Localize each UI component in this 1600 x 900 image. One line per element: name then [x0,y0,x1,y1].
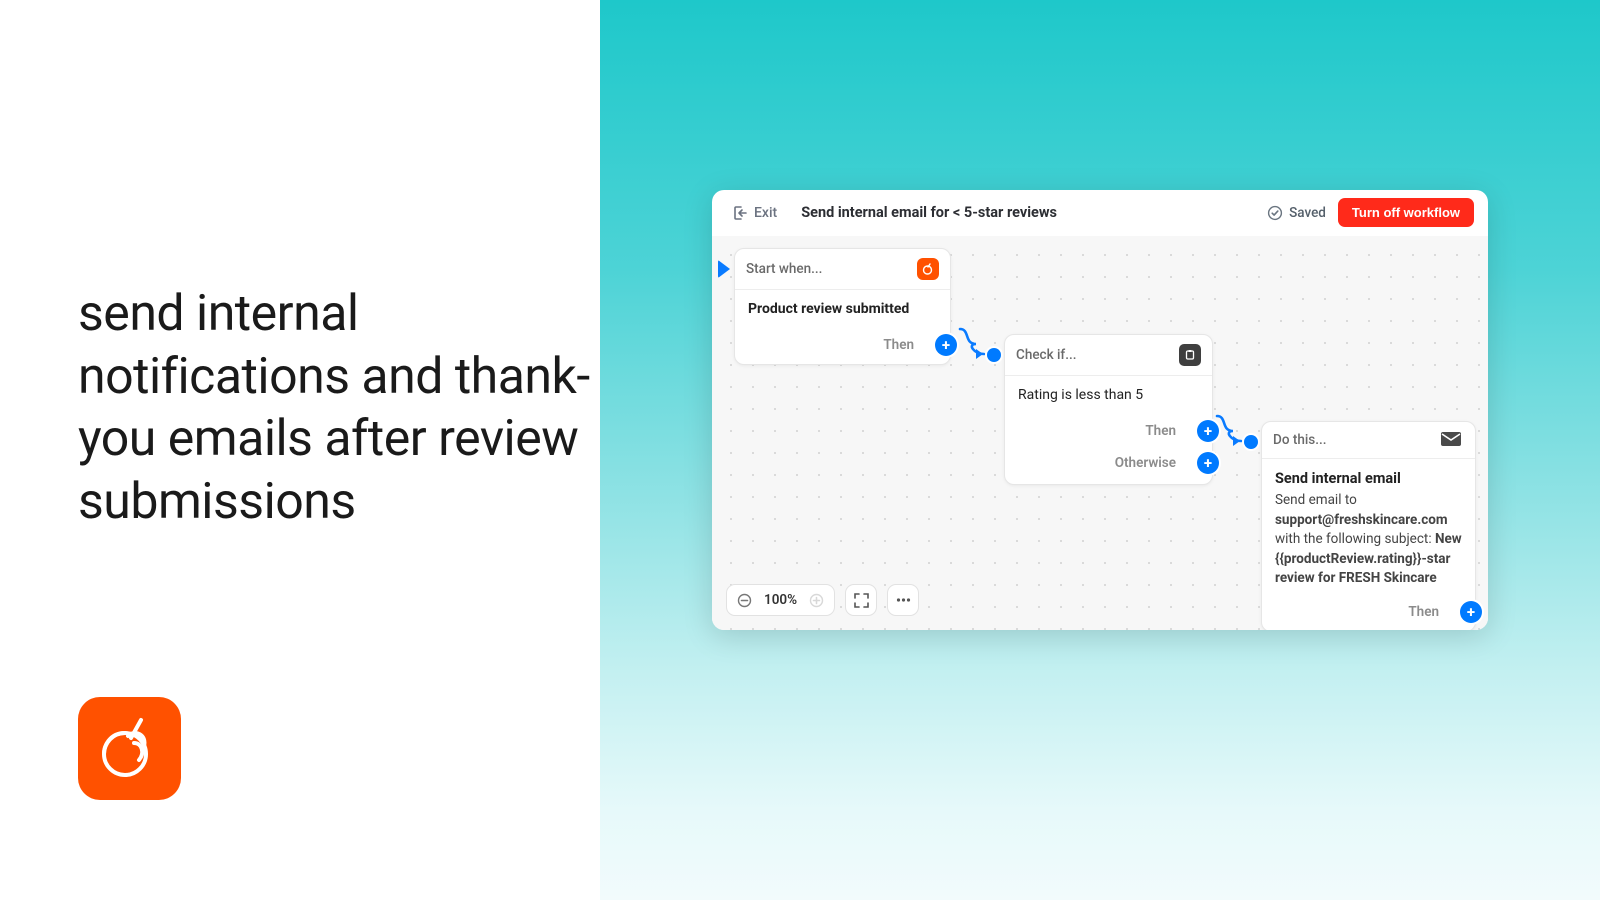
add-then-step-button[interactable]: + [1197,420,1219,442]
exit-icon [732,205,748,221]
mail-icon [1440,431,1464,449]
add-step-button[interactable]: + [935,334,957,356]
zoom-out-icon[interactable] [737,593,752,608]
condition-card[interactable]: Check if... Rating is less than 5 Then + [1004,334,1213,485]
trigger-play-icon [718,260,730,278]
add-otherwise-step-button[interactable]: + [1197,452,1219,474]
screenshot-panel: Exit Send internal email for < 5-star re… [600,0,1600,900]
trigger-card[interactable]: Start when... Product review submitted T… [734,248,951,365]
exit-button[interactable]: Exit [726,201,783,225]
condition-label: Check if... [1016,347,1076,363]
marketing-panel: send internal notifications and thank-yo… [0,0,600,900]
zoom-value: 100% [764,592,797,608]
saved-label: Saved [1289,205,1326,221]
action-card[interactable]: Do this... Send internal email Send emai… [1261,421,1476,630]
workflow-canvas[interactable]: Start when... Product review submitted T… [712,236,1488,630]
dots-icon [896,598,911,602]
action-description: Send email to support@freshskincare.com … [1275,491,1462,589]
turn-off-workflow-button[interactable]: Turn off workflow [1338,198,1474,227]
condition-then-label: Then [1145,423,1176,439]
connector-dot [987,348,1001,362]
app-icon [917,258,939,280]
trigger-then-label: Then [883,337,914,353]
zoom-in-icon[interactable] [809,593,824,608]
condition-body: Rating is less than 5 [1005,375,1212,414]
fit-view-button[interactable] [845,584,877,616]
saved-status: Saved [1267,205,1326,221]
condition-otherwise-label: Otherwise [1115,455,1176,471]
more-button[interactable] [887,584,919,616]
trigger-body: Product review submitted [735,289,950,328]
zoom-control: 100% [726,584,835,616]
action-label: Do this... [1273,432,1326,448]
zoom-toolbar: 100% [726,584,919,616]
add-next-step-button[interactable]: + [1460,601,1482,623]
unicorn-icon [95,714,165,784]
workflow-editor-window: Exit Send internal email for < 5-star re… [712,190,1488,630]
action-title: Send internal email [1275,470,1462,487]
exit-label: Exit [754,205,777,221]
brand-logo [78,697,181,800]
action-then-label: Then [1408,604,1439,620]
check-circle-icon [1267,205,1283,221]
clipboard-icon [1179,344,1201,366]
headline: send internal notifications and thank-yo… [78,283,600,533]
editor-header: Exit Send internal email for < 5-star re… [712,190,1488,236]
workflow-title: Send internal email for < 5-star reviews [801,204,1057,221]
connector-dot [1244,435,1258,449]
trigger-label: Start when... [746,261,822,277]
compress-icon [854,593,869,608]
